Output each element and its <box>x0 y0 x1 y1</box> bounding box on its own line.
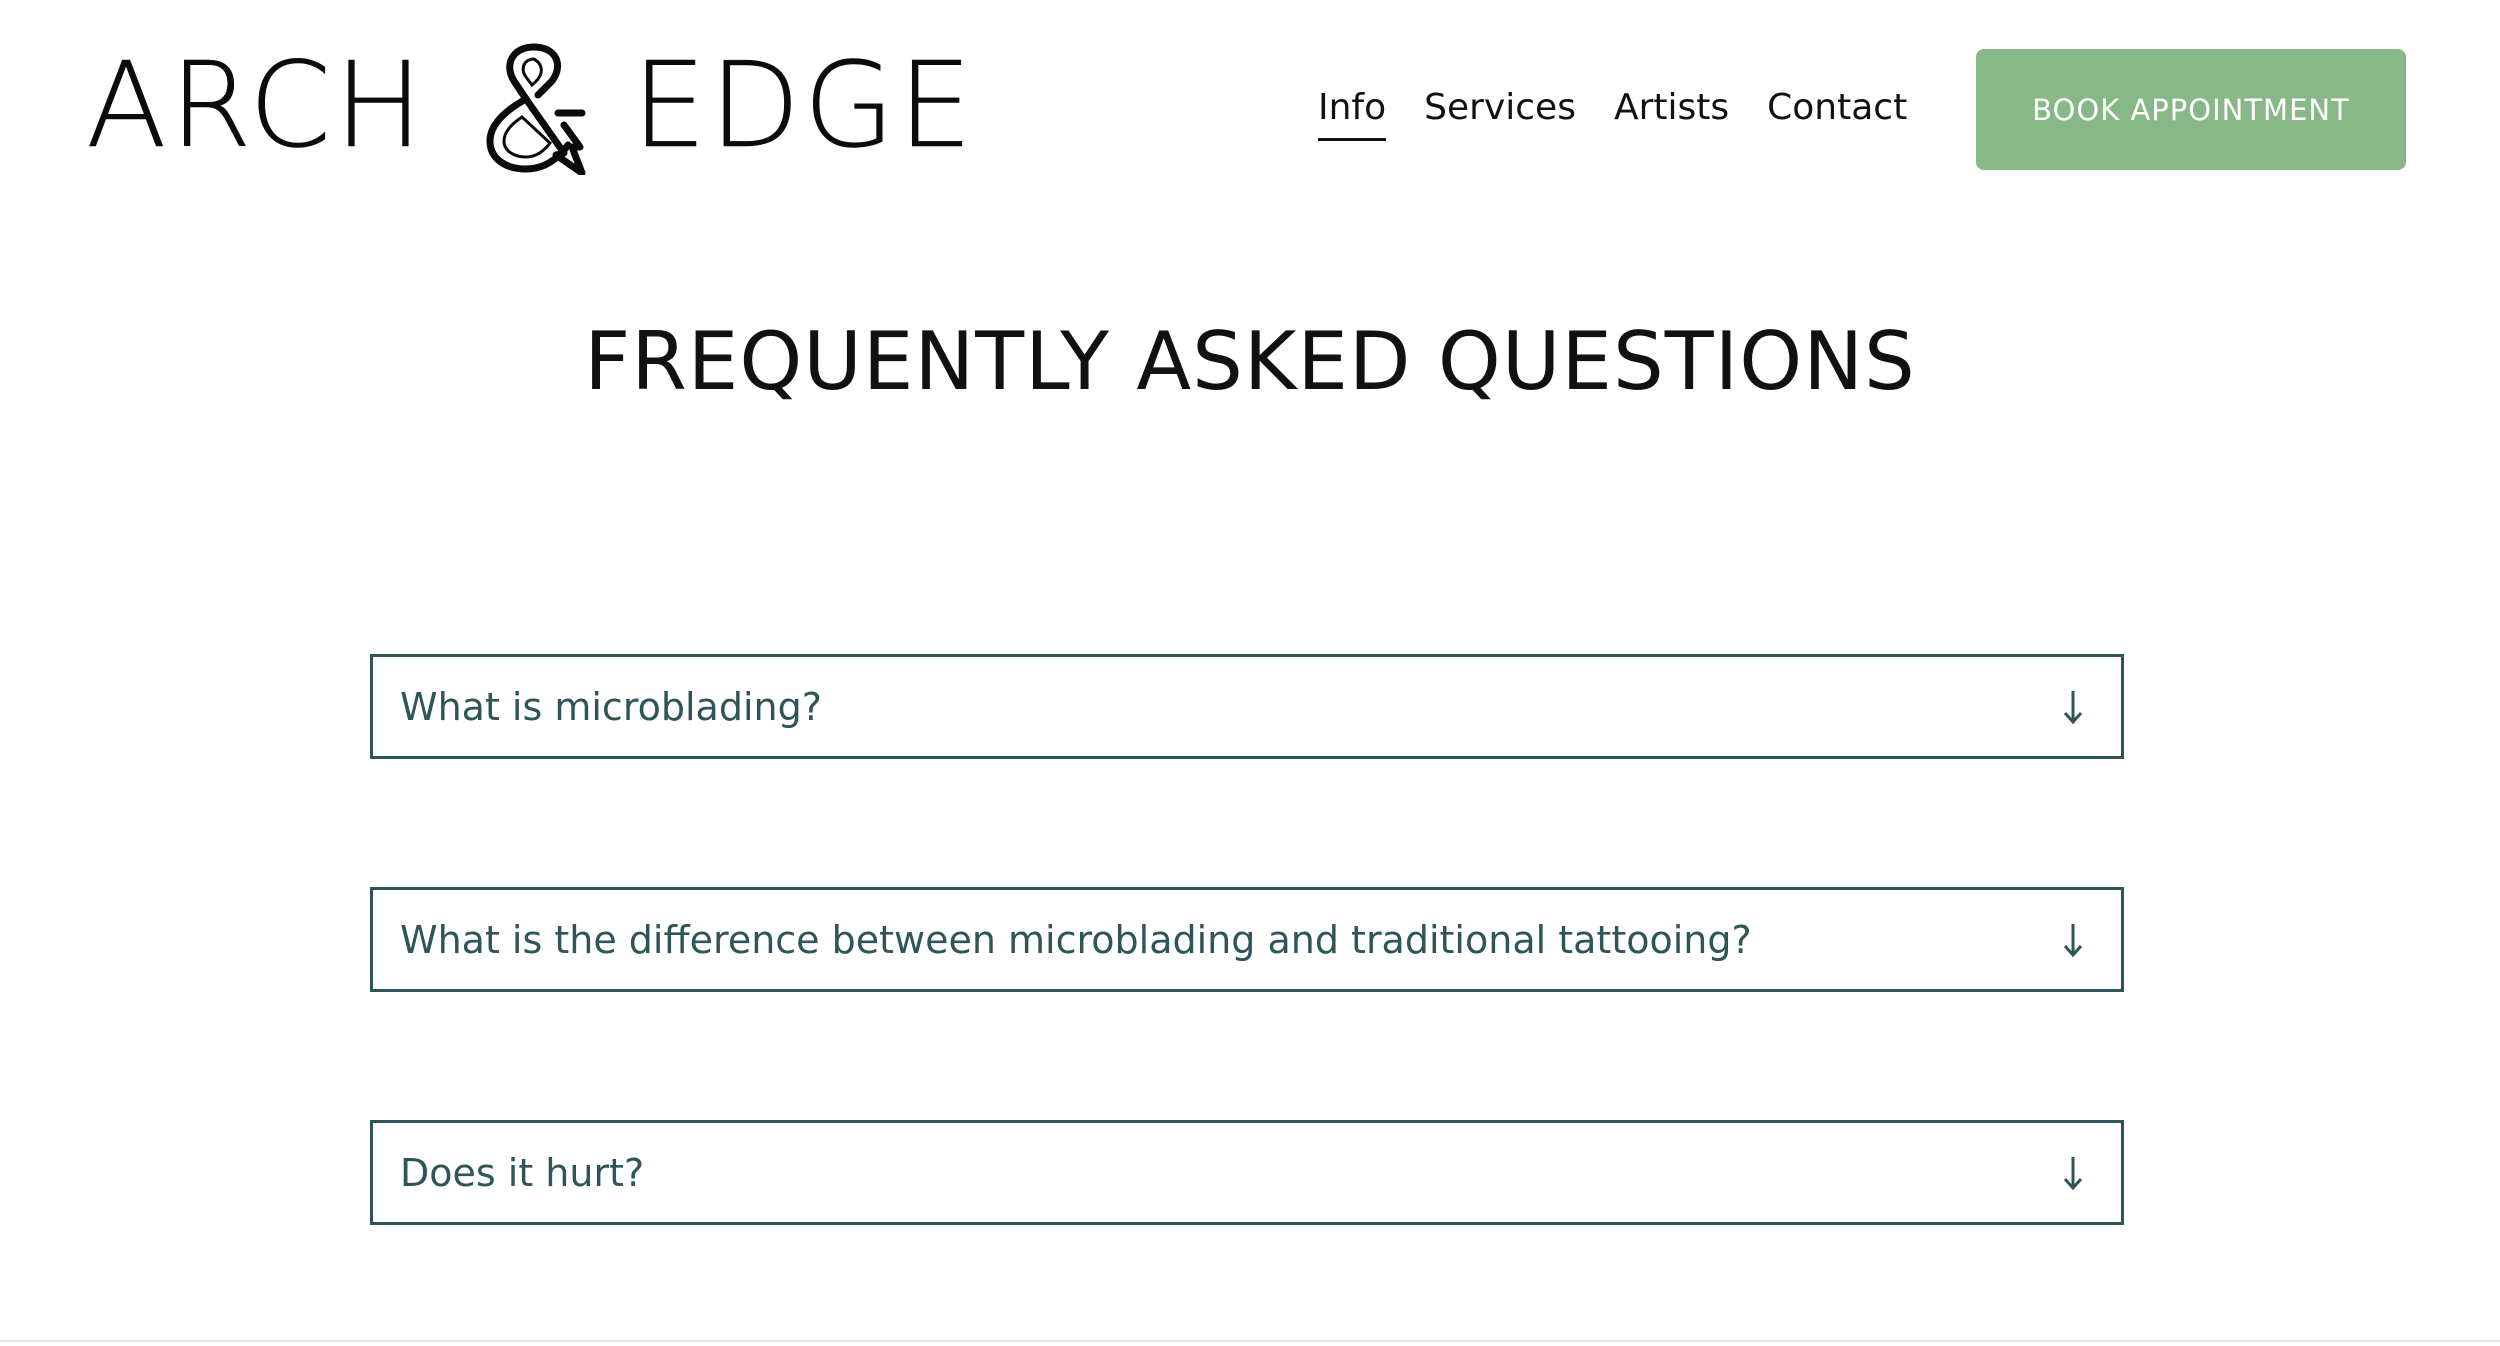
faq-item-does-it-hurt[interactable]: Does it hurt? <box>370 1120 2124 1225</box>
nav-item-contact[interactable]: Contact <box>1767 87 1907 141</box>
arrow-down-icon <box>2063 690 2083 724</box>
logo-word-arch: ARCH <box>86 36 426 174</box>
faq-item-difference[interactable]: What is the difference between microblad… <box>370 887 2124 992</box>
ampersand-logo-icon <box>486 43 586 175</box>
section-divider <box>0 1340 2500 1342</box>
faq-item-microblading[interactable]: What is microblading? <box>370 654 2124 759</box>
arrow-down-icon <box>2063 923 2083 957</box>
site-header: ARCH EDGE Info Services Artists Contact … <box>0 0 2500 210</box>
arrow-down-icon <box>2063 1156 2083 1190</box>
faq-question: What is the difference between microblad… <box>400 917 1752 962</box>
page: ARCH EDGE Info Services Artists Contact … <box>0 0 2500 1346</box>
nav-item-info[interactable]: Info <box>1318 87 1387 141</box>
nav-item-services[interactable]: Services <box>1424 87 1576 141</box>
book-appointment-button[interactable]: BOOK APPOINTMENT <box>1976 49 2406 170</box>
faq-title: FREQUENTLY ASKED QUESTIONS <box>584 315 1916 408</box>
site-logo[interactable]: ARCH EDGE <box>86 30 975 180</box>
faq-question: Does it hurt? <box>400 1150 645 1195</box>
faq-question: What is microblading? <box>400 684 822 729</box>
nav-item-artists[interactable]: Artists <box>1614 87 1729 141</box>
main-nav: Info Services Artists Contact <box>1318 80 1945 141</box>
logo-word-edge: EDGE <box>631 36 976 174</box>
